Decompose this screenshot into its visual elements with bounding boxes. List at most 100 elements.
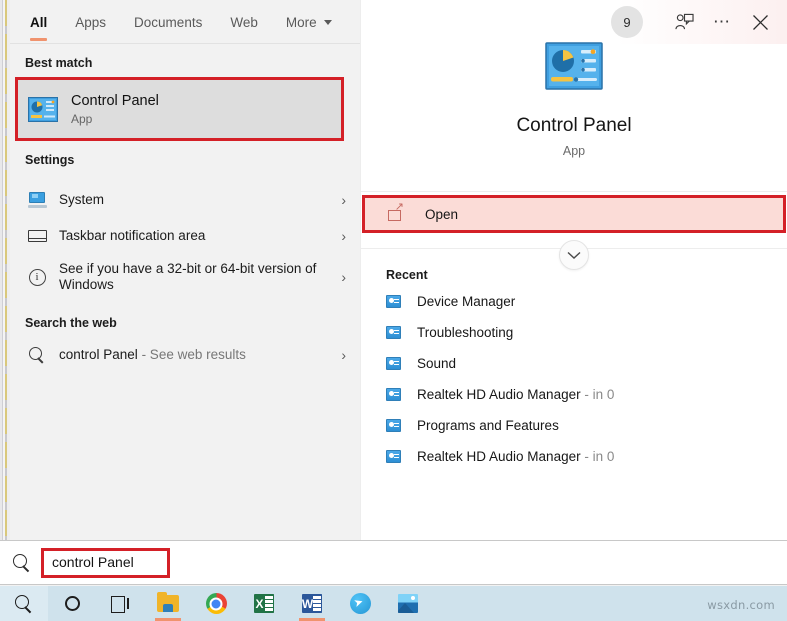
recent-item-title: Realtek HD Audio Manager <box>417 387 581 402</box>
tab-documents-label: Documents <box>134 15 202 30</box>
recent-item-label: Troubleshooting <box>417 325 513 340</box>
chevron-right-icon[interactable]: › <box>341 269 350 285</box>
taskbar-word-button[interactable]: W <box>288 586 336 621</box>
recent-item-label: Programs and Features <box>417 418 559 433</box>
recent-item-meta: - in 0 <box>581 387 615 402</box>
recent-item-title: Realtek HD Audio Manager <box>417 449 581 464</box>
window-controls: 9 ⋯ <box>611 0 787 44</box>
web-result-meta: - See web results <box>138 347 246 362</box>
open-button[interactable]: Open <box>365 198 783 230</box>
search-input-highlight-box <box>41 548 170 578</box>
settings-item-bit-version[interactable]: i See if you have a 32-bit or 64-bit ver… <box>10 254 360 300</box>
settings-item-label: Taskbar notification area <box>59 228 341 244</box>
close-button[interactable] <box>745 7 775 37</box>
search-bar <box>0 540 787 585</box>
recent-item-title: Programs and Features <box>417 418 559 433</box>
web-result-label: control Panel - See web results <box>59 347 341 363</box>
chevron-down-icon <box>324 20 332 25</box>
taskbar-telegram-button[interactable] <box>336 586 384 621</box>
search-icon <box>25 344 49 366</box>
recent-item[interactable]: Programs and Features <box>361 410 787 441</box>
tab-web[interactable]: Web <box>216 0 272 44</box>
feedback-button[interactable] <box>669 7 699 37</box>
chevron-down-icon <box>567 251 581 260</box>
taskbar-search-button[interactable] <box>0 586 48 621</box>
search-input[interactable] <box>52 554 157 570</box>
settings-item-label: System <box>59 192 341 208</box>
taskbar-task-view-button[interactable] <box>96 586 144 621</box>
tab-apps[interactable]: Apps <box>61 0 120 44</box>
best-match-heading: Best match <box>10 44 360 77</box>
settings-heading: Settings <box>10 141 360 174</box>
control-panel-icon <box>386 295 401 308</box>
preview-title: Control Panel <box>361 115 787 137</box>
control-panel-icon <box>386 450 401 463</box>
recent-item[interactable]: Device Manager <box>361 286 787 317</box>
taskbar-photos-button[interactable] <box>384 586 432 621</box>
recent-item-label: Realtek HD Audio Manager - in 0 <box>417 449 614 464</box>
taskbar-icon <box>25 225 49 247</box>
control-panel-icon <box>386 419 401 432</box>
search-icon <box>12 553 32 573</box>
settings-item-taskbar-notification-area[interactable]: Taskbar notification area › <box>10 218 360 254</box>
photos-icon <box>398 594 418 613</box>
recent-item-title: Sound <box>417 356 456 371</box>
tab-more-label: More <box>286 15 317 30</box>
telegram-icon <box>350 593 371 614</box>
task-view-icon <box>111 596 129 611</box>
folder-icon <box>157 595 179 612</box>
chevron-right-icon[interactable]: › <box>341 228 350 244</box>
more-options-button[interactable]: ⋯ <box>707 7 737 37</box>
recent-item-label: Sound <box>417 356 456 371</box>
word-icon: W <box>302 594 322 613</box>
recent-item-label: Device Manager <box>417 294 515 309</box>
monitor-icon <box>25 189 49 211</box>
web-result-item[interactable]: control Panel - See web results › <box>10 337 360 373</box>
recent-item[interactable]: Troubleshooting <box>361 317 787 348</box>
taskbar-file-explorer-button[interactable] <box>144 586 192 621</box>
recent-item[interactable]: Realtek HD Audio Manager - in 0 <box>361 379 787 410</box>
control-panel-icon <box>386 357 401 370</box>
tab-apps-label: Apps <box>75 15 106 30</box>
watermark: wsxdn.com <box>707 598 775 612</box>
best-match-result[interactable]: Control Panel App <box>18 80 341 138</box>
recent-item-title: Device Manager <box>417 294 515 309</box>
tab-documents[interactable]: Documents <box>120 0 216 44</box>
excel-icon: X <box>254 594 274 613</box>
chevron-right-icon[interactable]: › <box>341 192 350 208</box>
taskbar-chrome-button[interactable] <box>192 586 240 621</box>
settings-results-list: System › Taskbar notification area › i S… <box>10 182 360 300</box>
tabbar-divider <box>10 43 360 44</box>
more-options-icon: ⋯ <box>713 19 731 25</box>
tab-all[interactable]: All <box>16 0 61 44</box>
expand-more-actions-button[interactable] <box>559 240 589 270</box>
settings-item-system[interactable]: System › <box>10 182 360 218</box>
open-action-highlight-box: Open <box>362 195 786 233</box>
best-match-subtitle: App <box>71 112 159 126</box>
search-results-column: All Apps Documents Web More Best match <box>0 0 360 540</box>
excel-letter: X <box>254 594 265 613</box>
open-button-label: Open <box>425 207 458 222</box>
windows-taskbar: X W <box>0 586 787 621</box>
settings-item-label: See if you have a 32-bit or 64-bit versi… <box>59 261 341 293</box>
recent-item-meta: - in 0 <box>581 449 615 464</box>
preview-divider <box>361 191 787 192</box>
tab-all-label: All <box>30 15 47 30</box>
search-filter-tabs: All Apps Documents Web More <box>10 0 360 44</box>
feedback-person-icon <box>675 13 694 31</box>
preview-subtitle: App <box>361 144 787 158</box>
taskbar-cortana-button[interactable] <box>48 586 96 621</box>
best-match-text: Control Panel App <box>71 93 159 126</box>
recent-item-label: Realtek HD Audio Manager - in 0 <box>417 387 614 402</box>
notification-badge[interactable]: 9 <box>611 6 643 38</box>
chrome-icon <box>206 593 227 614</box>
web-result-query: control Panel <box>59 347 138 362</box>
tab-more[interactable]: More <box>272 0 346 44</box>
recent-items-list: Device Manager Troubleshooting Sound Rea… <box>361 286 787 472</box>
taskbar-excel-button[interactable]: X <box>240 586 288 621</box>
recent-item[interactable]: Realtek HD Audio Manager - in 0 <box>361 441 787 472</box>
chevron-right-icon[interactable]: › <box>341 347 350 363</box>
best-match-title: Control Panel <box>71 93 159 110</box>
recent-item[interactable]: Sound <box>361 348 787 379</box>
control-panel-icon <box>386 388 401 401</box>
